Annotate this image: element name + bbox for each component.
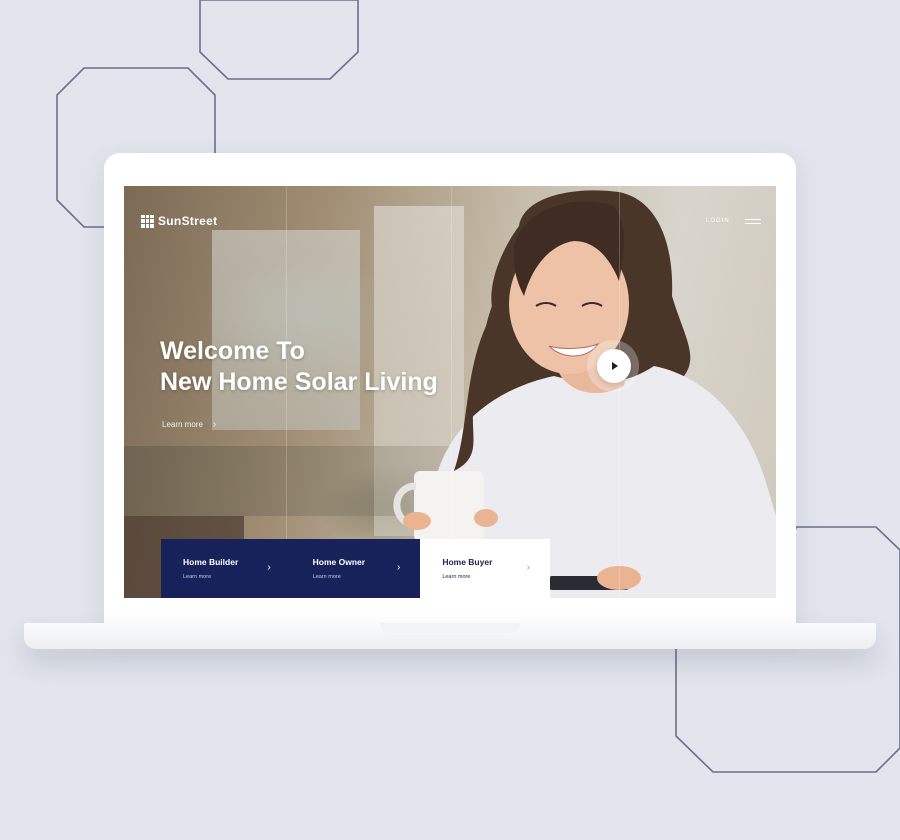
- website-screen: SunStreet LOGIN Welcome To New Home Sola…: [124, 186, 776, 598]
- solar-panel-grid-icon: [141, 214, 154, 228]
- hero-title-line: New Home Solar Living: [160, 368, 438, 396]
- card-title: Home Owner: [312, 557, 366, 567]
- hamburger-menu-icon[interactable]: [745, 219, 761, 225]
- chevron-right-icon: ›: [396, 562, 401, 573]
- hero-learn-more-label: Learn more: [162, 420, 203, 429]
- chevron-right-icon: ›: [526, 562, 530, 573]
- hero-title-line: Welcome To: [160, 337, 305, 365]
- card-home-builder[interactable]: Home Builder Learn more ›: [161, 539, 291, 598]
- laptop-base: [24, 623, 876, 649]
- card-home-buyer[interactable]: Home Buyer Learn more ›: [420, 539, 550, 598]
- play-video-button[interactable]: [597, 349, 631, 383]
- brand-logo[interactable]: SunStreet: [141, 214, 217, 228]
- card-title: Home Builder: [183, 557, 239, 567]
- audience-cards: Home Builder Learn more › Home Owner Lea…: [161, 539, 550, 598]
- chevron-right-icon: ›: [267, 562, 271, 573]
- card-home-owner[interactable]: Home Owner Learn more ›: [290, 539, 421, 598]
- card-learn-more[interactable]: Learn more: [183, 574, 211, 580]
- octagon-outline: [199, 0, 359, 80]
- login-link[interactable]: LOGIN: [706, 218, 730, 224]
- card-title: Home Buyer: [442, 557, 493, 567]
- hero-title: Welcome To New Home Solar Living: [160, 336, 500, 398]
- laptop-notch: [380, 623, 520, 633]
- brand-name: SunStreet: [158, 214, 218, 228]
- grid-divider: [619, 186, 620, 598]
- play-icon: [612, 362, 618, 370]
- hero-learn-more-link[interactable]: Learn more ›: [162, 418, 217, 430]
- chevron-right-icon: ›: [212, 418, 217, 430]
- card-learn-more[interactable]: Learn more: [313, 574, 341, 580]
- card-learn-more[interactable]: Learn more: [442, 574, 470, 580]
